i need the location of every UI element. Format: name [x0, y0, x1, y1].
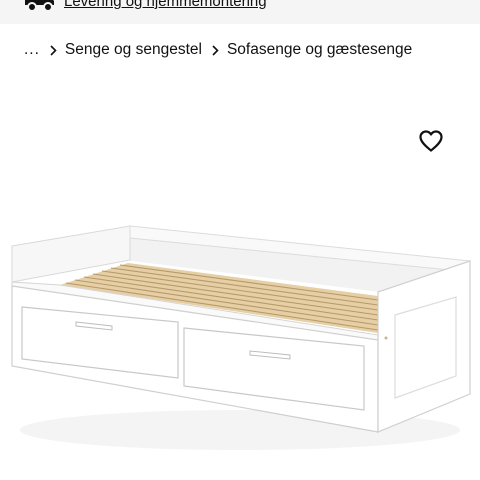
- chevron-right-icon: [50, 44, 57, 56]
- breadcrumb-link-sofasenge[interactable]: Sofasenge og gæstesenge: [227, 41, 412, 59]
- breadcrumb-ellipsis[interactable]: ...: [24, 41, 40, 59]
- truck-icon: [25, 0, 54, 12]
- breadcrumb: ... Senge og sengestel Sofasenge og gæst…: [24, 40, 412, 60]
- chevron-right-icon: [212, 44, 219, 56]
- delivery-info-link[interactable]: Levering og hjemmemontering: [64, 0, 267, 10]
- favorite-button[interactable]: [414, 124, 448, 158]
- top-info-bar: Levering og hjemmemontering: [0, 0, 480, 24]
- heart-outline-icon: [419, 130, 443, 152]
- product-image-daybed: [11, 225, 471, 450]
- breadcrumb-link-senge[interactable]: Senge og sengestel: [65, 41, 202, 59]
